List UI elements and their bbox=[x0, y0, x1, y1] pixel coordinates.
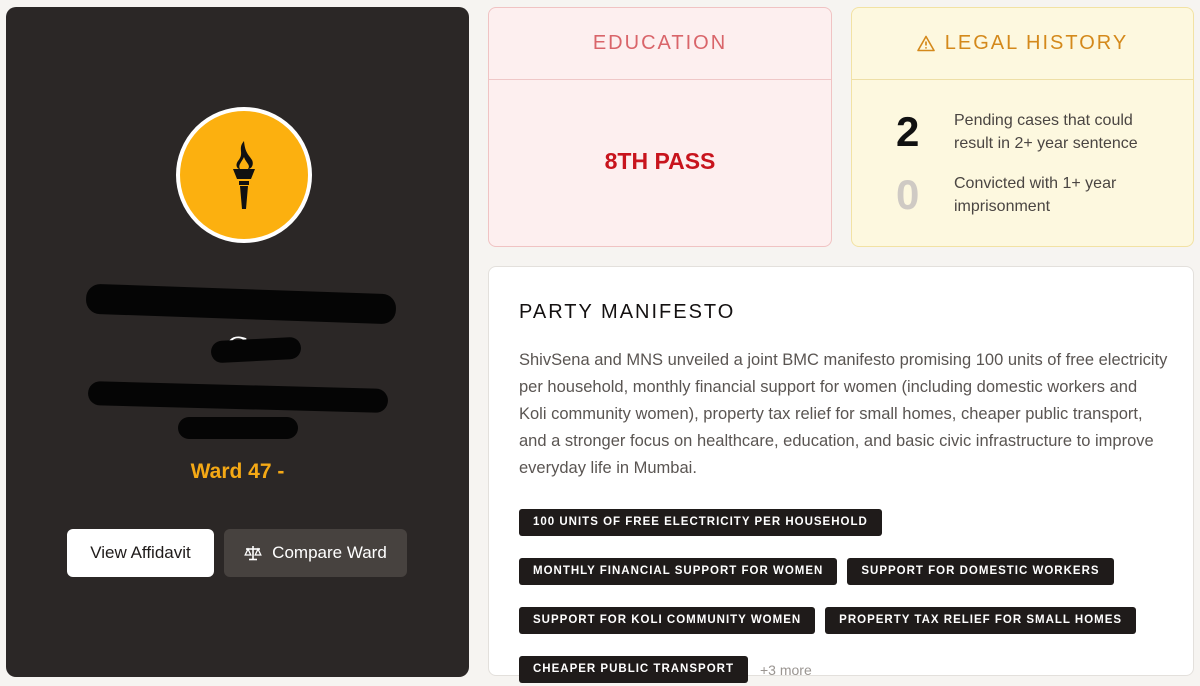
ward-label: Ward 47 - bbox=[190, 460, 285, 483]
manifesto-tag: SUPPORT FOR KOLI COMMUNITY WOMEN bbox=[519, 607, 816, 634]
compare-ward-label: Compare Ward bbox=[272, 543, 387, 562]
manifesto-tag: SUPPORT FOR DOMESTIC WORKERS bbox=[847, 558, 1114, 585]
pending-cases-label: Pending cases that could result in 2+ ye… bbox=[954, 112, 1138, 152]
manifesto-tag: 100 UNITS OF FREE ELECTRICITY PER HOUSEH… bbox=[519, 509, 882, 536]
redaction-mark bbox=[85, 283, 397, 325]
scale-icon bbox=[244, 546, 262, 561]
legal-history-header: LEGAL HISTORY bbox=[852, 8, 1193, 80]
redaction-mark bbox=[178, 417, 298, 439]
manifesto-description: ShivSena and MNS unveiled a joint BMC ma… bbox=[519, 351, 1168, 477]
manifesto-tag: MONTHLY FINANCIAL SUPPORT FOR WOMEN bbox=[519, 558, 838, 585]
party-manifesto-card: PARTY MANIFESTO ShivSena and MNS unveile… bbox=[488, 266, 1194, 683]
legal-history-card: LEGAL HISTORY 2 Pending cases that could… bbox=[851, 7, 1194, 247]
warning-icon bbox=[916, 35, 935, 52]
education-header: EDUCATION bbox=[489, 8, 831, 80]
compare-ward-button[interactable]: Compare Ward bbox=[224, 529, 407, 577]
torch-icon bbox=[233, 141, 255, 209]
convicted-label: Convicted with 1+ year imprisonment bbox=[954, 175, 1117, 215]
education-card: EDUCATION 8TH PASS bbox=[488, 7, 832, 247]
redaction-mark bbox=[210, 336, 302, 364]
view-affidavit-label: View Affidavit bbox=[90, 543, 191, 562]
redaction-mark bbox=[87, 381, 389, 413]
candidate-profile-card: G Ward 47 - View Affidavit Compare Ward bbox=[6, 7, 469, 677]
pending-cases-row: 2 Pending cases that could result in 2+ … bbox=[896, 108, 1174, 156]
manifesto-title: PARTY MANIFESTO bbox=[519, 301, 736, 323]
pending-cases-count: 2 bbox=[896, 108, 920, 155]
education-value: 8TH PASS bbox=[604, 148, 716, 174]
view-affidavit-button[interactable]: View Affidavit bbox=[67, 529, 214, 577]
party-symbol-avatar bbox=[176, 107, 312, 243]
manifesto-tag: PROPERTY TAX RELIEF FOR SMALL HOMES bbox=[825, 607, 1137, 634]
more-tags-link[interactable]: +3 more bbox=[760, 662, 812, 678]
convicted-count: 0 bbox=[896, 171, 920, 218]
convicted-row: 0 Convicted with 1+ year imprisonment bbox=[896, 171, 1174, 219]
manifesto-tag: CHEAPER PUBLIC TRANSPORT bbox=[519, 656, 748, 683]
manifesto-tags: 100 UNITS OF FREE ELECTRICITY PER HOUSEH… bbox=[519, 509, 1189, 683]
legal-history-title: LEGAL HISTORY bbox=[944, 32, 1129, 54]
